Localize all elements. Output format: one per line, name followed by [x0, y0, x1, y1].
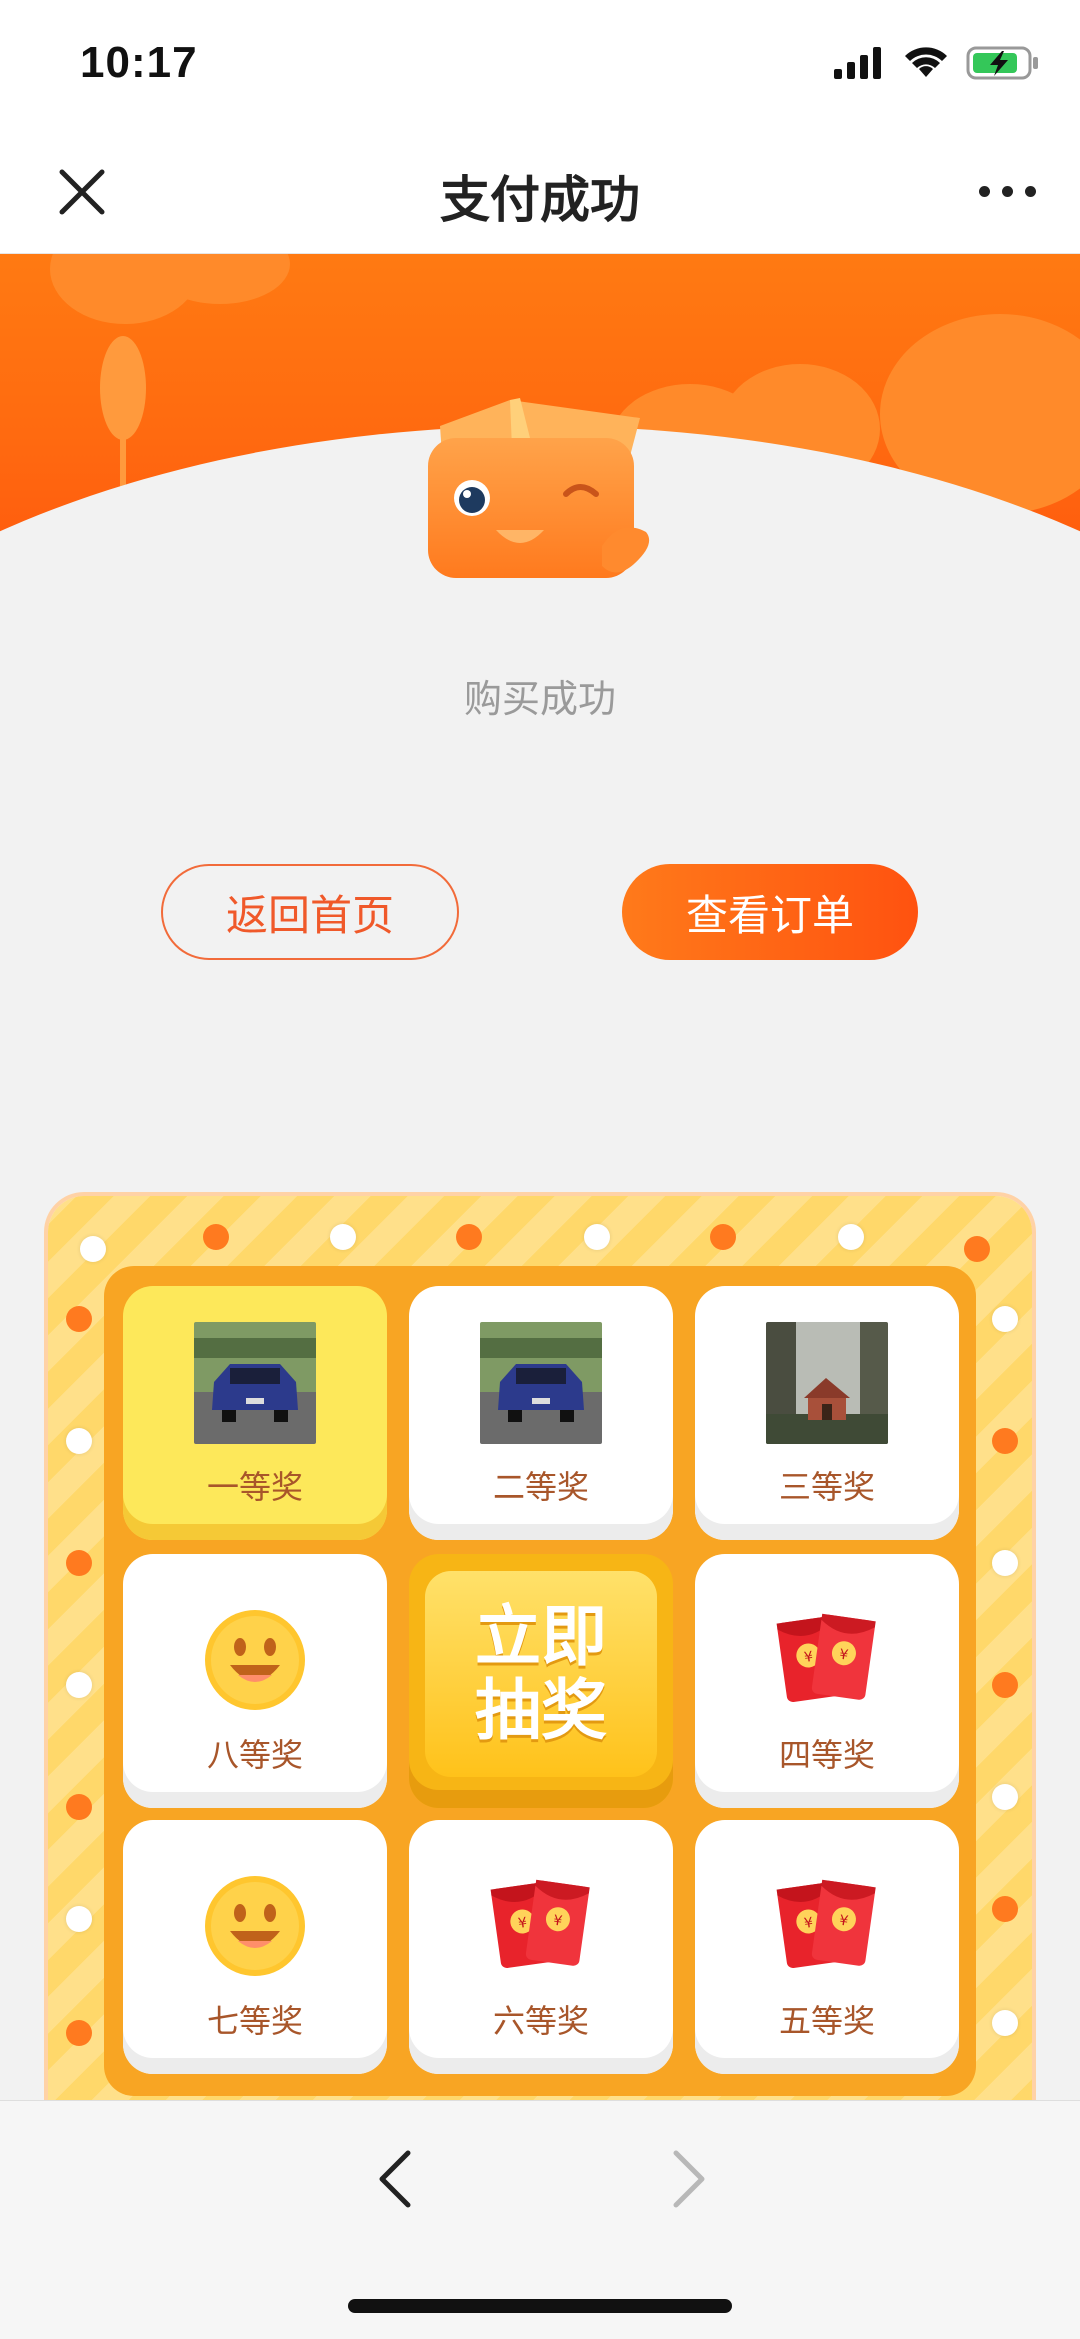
prize-label: 八等奖	[206, 1736, 303, 1774]
prize-cell-5[interactable]: ¥ ¥ 五等奖	[695, 1820, 959, 2074]
back-home-button[interactable]: 返回首页	[161, 864, 459, 960]
prize-cell-1[interactable]: 一等奖	[123, 1286, 387, 1540]
start-lottery-button[interactable]: 立即 抽奖	[409, 1554, 673, 1808]
success-message: 购买成功	[463, 677, 616, 721]
prize-cell-6[interactable]: ¥ ¥ 六等奖	[409, 1820, 673, 2074]
prize-label: 三等奖	[778, 1468, 875, 1506]
red-envelope-icon: ¥ ¥	[479, 1864, 603, 1988]
wifi-icon	[905, 47, 947, 77]
prize-cell-7[interactable]: 七等奖	[123, 1820, 387, 2074]
box-mascot-icon	[420, 396, 660, 596]
prize-label: 四等奖	[778, 1736, 875, 1774]
smiley-icon	[193, 1598, 317, 1722]
car-photo	[480, 1322, 602, 1444]
view-order-button[interactable]: 查看订单	[622, 864, 918, 960]
house-photo	[766, 1322, 888, 1444]
battery-charging-icon	[966, 46, 1038, 80]
status-time: 10:17	[80, 38, 198, 87]
status-bar: 10:17	[0, 0, 1080, 130]
prize-cell-2[interactable]: 二等奖	[409, 1286, 673, 1540]
prize-cell-3[interactable]: 三等奖	[695, 1286, 959, 1540]
prize-label: 七等奖	[206, 2002, 303, 2040]
home-indicator[interactable]	[348, 2299, 732, 2313]
chevron-left-icon[interactable]	[374, 2147, 418, 2211]
start-lottery-label-line1: 立即	[475, 1598, 607, 1675]
nav-bar: 支付成功	[0, 130, 1080, 254]
prize-label: 二等奖	[492, 1468, 589, 1506]
prize-cell-8[interactable]: 八等奖	[123, 1554, 387, 1808]
prize-label: 一等奖	[206, 1468, 303, 1506]
signal-icon	[834, 47, 881, 79]
prize-label: 五等奖	[778, 2002, 875, 2040]
car-photo	[194, 1322, 316, 1444]
tree-decoration	[100, 336, 146, 440]
status-icons	[834, 46, 1040, 80]
red-envelope-icon: ¥ ¥	[765, 1864, 889, 1988]
chevron-right-icon[interactable]	[666, 2147, 710, 2211]
prize-cell-4[interactable]: ¥ ¥ 四等奖	[695, 1554, 959, 1808]
prize-label: 六等奖	[492, 2002, 589, 2040]
start-lottery-label-line2: 抽奖	[475, 1672, 607, 1749]
smiley-icon	[193, 1864, 317, 1988]
more-icon[interactable]	[979, 186, 1036, 197]
page-title: 支付成功	[440, 171, 640, 229]
red-envelope-icon: ¥ ¥	[765, 1598, 889, 1722]
